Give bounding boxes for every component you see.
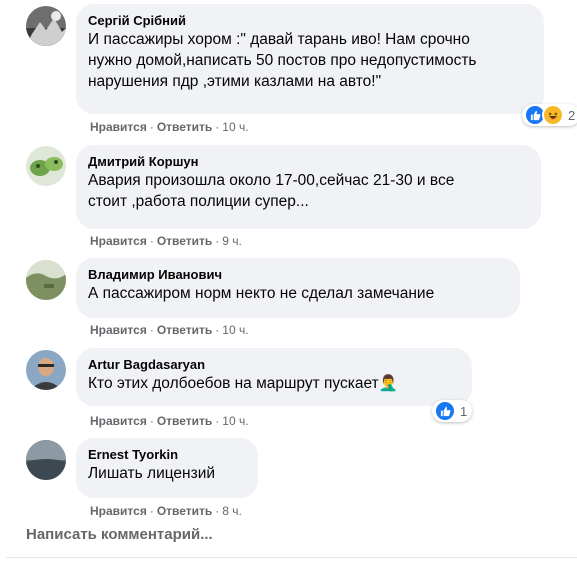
comment-text: нужно домой,написать 50 постов про недоп… xyxy=(88,52,477,69)
comment-bubble: Artur Bagdasaryan Кто этих долбоебов на … xyxy=(76,348,472,406)
like-button[interactable]: Нравится xyxy=(90,234,147,248)
comment-author[interactable]: Владимир Иванович xyxy=(88,266,508,283)
comment-bubble: Дмитрий Коршун Авария произошла около 17… xyxy=(76,145,541,229)
comment-time[interactable]: 9 ч. xyxy=(222,234,242,248)
comment-time[interactable]: 10 ч. xyxy=(222,323,248,337)
comment-actions: Нравится · Ответить · 10 ч. xyxy=(90,323,249,337)
reply-button[interactable]: Ответить xyxy=(157,323,212,337)
like-button[interactable]: Нравится xyxy=(90,504,147,518)
comment-bubble: Ernest Tyorkin Лишать лицензий xyxy=(76,438,258,498)
reply-button[interactable]: Ответить xyxy=(157,234,212,248)
write-comment-link[interactable]: Написать комментарий... xyxy=(26,526,213,543)
like-button[interactable]: Нравится xyxy=(90,120,147,134)
comment-text: А пассажиром норм некто не сделал замеча… xyxy=(88,285,435,302)
comment-bubble: Владимир Иванович А пассажиром норм нект… xyxy=(76,258,520,318)
like-button[interactable]: Нравится xyxy=(90,414,147,428)
comment-text: стоит ,работа полиции супер... xyxy=(88,193,309,210)
haha-icon xyxy=(542,104,564,126)
reaction-count: 1 xyxy=(460,403,468,419)
comment-actions: Нравится · Ответить · 8 ч. xyxy=(90,504,242,518)
comment-text: Авария произошла около 17-00,сейчас 21-3… xyxy=(88,172,455,189)
avatar[interactable] xyxy=(26,350,66,390)
avatar[interactable] xyxy=(26,440,66,480)
comment-actions: Нравится · Ответить · 10 ч. xyxy=(90,414,249,428)
comment-bubble: Сергій Срібний И пассажиры хором :" дава… xyxy=(76,4,544,114)
like-icon xyxy=(434,400,456,422)
comment-text: Кто этих долбоебов на маршрут пускает🤦‍♂… xyxy=(88,373,460,394)
comment-author[interactable]: Дмитрий Коршун xyxy=(88,153,529,170)
comment-time[interactable]: 10 ч. xyxy=(222,414,248,428)
avatar[interactable] xyxy=(26,146,66,186)
comment-actions: Нравится · Ответить · 10 ч. xyxy=(90,120,249,134)
reactions-summary[interactable]: 1 xyxy=(432,400,473,422)
comment-text: нарушения пдр ,этими казлами на авто!" xyxy=(88,73,382,90)
comment-author[interactable]: Artur Bagdasaryan xyxy=(88,356,460,373)
comment-text-main: Кто этих долбоебов на маршрут пускает xyxy=(88,375,379,392)
comment-author[interactable]: Ernest Tyorkin xyxy=(88,446,246,463)
comment-time[interactable]: 10 ч. xyxy=(222,120,248,134)
avatar[interactable] xyxy=(26,6,66,46)
comment-text: И пассажиры хором :" давай тарань иво! Н… xyxy=(88,31,470,48)
comment-author[interactable]: Сергій Срібний xyxy=(88,12,532,29)
reply-button[interactable]: Ответить xyxy=(157,120,212,134)
reply-button[interactable]: Ответить xyxy=(157,504,212,518)
reactions-summary[interactable]: 2 xyxy=(522,104,577,126)
comment-text: Лишать лицензий xyxy=(88,465,216,482)
reaction-count: 2 xyxy=(568,107,576,123)
comment-actions: Нравится · Ответить · 9 ч. xyxy=(90,234,242,248)
facepalm-emoji: 🤦‍♂️ xyxy=(378,375,399,392)
avatar[interactable] xyxy=(26,260,66,300)
comment-time[interactable]: 8 ч. xyxy=(222,504,242,518)
like-button[interactable]: Нравится xyxy=(90,323,147,337)
divider xyxy=(6,557,577,558)
reply-button[interactable]: Ответить xyxy=(157,414,212,428)
